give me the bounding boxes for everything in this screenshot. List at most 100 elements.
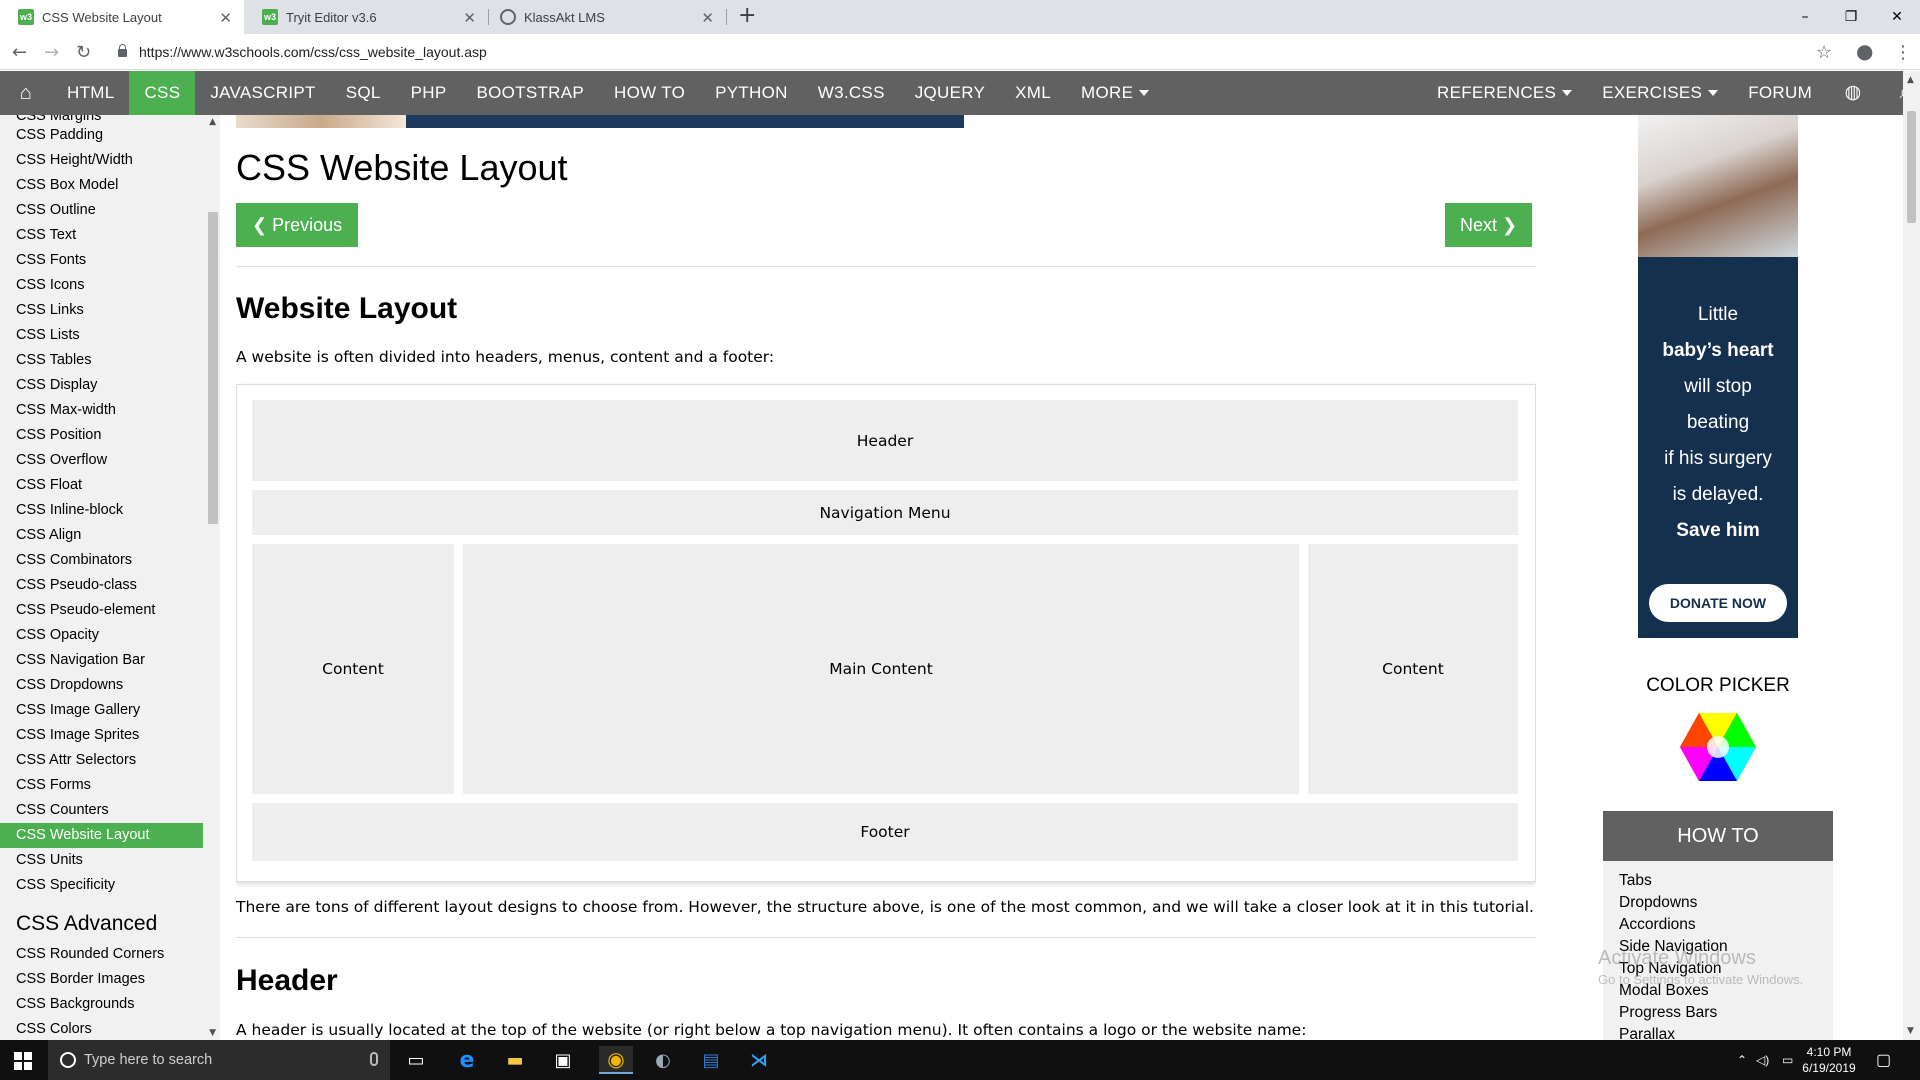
profile-avatar-icon[interactable]: ●	[1856, 39, 1873, 63]
previous-button[interactable]: ❮ Previous	[236, 203, 359, 247]
store-icon[interactable]: ▣	[548, 1046, 578, 1074]
sidebar-item-css-border-images[interactable]: CSS Border Images	[0, 967, 203, 992]
sidebar-item-css-opacity[interactable]: CSS Opacity	[0, 623, 203, 648]
taskbar-clock[interactable]: 4:10 PM 6/19/2019	[1796, 1044, 1862, 1076]
scroll-up-arrow-icon[interactable]: ▲	[1907, 75, 1914, 85]
how-to-link[interactable]: Parallax	[1603, 1024, 1833, 1040]
scroll-down-arrow-icon[interactable]: ▼	[209, 1028, 216, 1038]
chrome-icon[interactable]: ◉	[599, 1046, 633, 1074]
nav-sql[interactable]: SQL	[331, 71, 396, 115]
close-tab-icon[interactable]: ✕	[463, 9, 476, 27]
eclipse-icon[interactable]: ◐	[648, 1046, 678, 1074]
sidebar-item-css-icons[interactable]: CSS Icons	[0, 273, 203, 298]
minimize-button[interactable]: –	[1782, 0, 1828, 34]
sidebar-item-css-pseudo-element[interactable]: CSS Pseudo-element	[0, 598, 203, 623]
scroll-down-arrow-icon[interactable]: ▼	[1907, 1026, 1914, 1036]
sidebar-item-css-backgrounds[interactable]: CSS Backgrounds	[0, 992, 203, 1017]
sidebar-item-css-height-width[interactable]: CSS Height/Width	[0, 148, 203, 173]
nav-references[interactable]: REFERENCES	[1422, 71, 1587, 115]
microphone-icon[interactable]	[370, 1052, 378, 1066]
nav-php[interactable]: PHP	[396, 71, 462, 115]
sidebar-scrollbar[interactable]: ▲ ▼	[206, 115, 220, 1040]
document-icon[interactable]: ▤	[696, 1046, 726, 1074]
nav-w3css[interactable]: W3.CSS	[803, 71, 900, 115]
forward-arrow-icon[interactable]: →	[44, 42, 59, 63]
taskbar-search-box[interactable]: Type here to search	[48, 1040, 390, 1080]
sidebar-item-css-float[interactable]: CSS Float	[0, 473, 203, 498]
sidebar-item-css-padding[interactable]: CSS Padding	[0, 123, 203, 148]
nav-python[interactable]: PYTHON	[700, 71, 803, 115]
task-view-icon[interactable]: ▭	[401, 1046, 431, 1074]
sidebar-item-css-fonts[interactable]: CSS Fonts	[0, 248, 203, 273]
sidebar-item-css-attr-selectors[interactable]: CSS Attr Selectors	[0, 748, 203, 773]
how-to-link[interactable]: Progress Bars	[1603, 1002, 1833, 1024]
close-tab-icon[interactable]: ✕	[219, 9, 232, 27]
nav-bootstrap[interactable]: BOOTSTRAP	[461, 71, 599, 115]
sidebar-item-css-position[interactable]: CSS Position	[0, 423, 203, 448]
back-arrow-icon[interactable]: ←	[12, 42, 27, 63]
sidebar-item-css-lists[interactable]: CSS Lists	[0, 323, 203, 348]
sidebar-item-partial[interactable]: CSS Margins	[0, 115, 203, 123]
banner-ad-strip[interactable]	[236, 115, 964, 128]
tray-chevron-up-icon[interactable]: ⌃	[1737, 1040, 1747, 1080]
network-icon[interactable]: ▭	[1782, 1040, 1793, 1080]
browser-menu-icon[interactable]: ⋮	[1894, 42, 1912, 63]
nav-xml[interactable]: XML	[1000, 71, 1066, 115]
edge-browser-icon[interactable]: e	[452, 1046, 482, 1074]
bookmark-star-icon[interactable]: ☆	[1816, 42, 1832, 63]
sidebar-item-css-image-sprites[interactable]: CSS Image Sprites	[0, 723, 203, 748]
sidebar-item-css-display[interactable]: CSS Display	[0, 373, 203, 398]
sidebar-item-css-specificity[interactable]: CSS Specificity	[0, 873, 203, 898]
nav-exercises[interactable]: EXERCISES	[1587, 71, 1733, 115]
nav-forum[interactable]: FORUM	[1733, 71, 1827, 115]
reload-icon[interactable]: ↻	[76, 42, 91, 63]
windows-start-icon[interactable]	[14, 1052, 32, 1070]
sidebar-item-css-tables[interactable]: CSS Tables	[0, 348, 203, 373]
nav-javascript[interactable]: JAVASCRIPT	[195, 71, 330, 115]
close-tab-icon[interactable]: ✕	[701, 9, 714, 27]
sidebar-item-css-align[interactable]: CSS Align	[0, 523, 203, 548]
sidebar-item-css-outline[interactable]: CSS Outline	[0, 198, 203, 223]
color-picker-wheel-icon[interactable]	[1680, 713, 1756, 781]
new-tab-button[interactable]: +	[738, 3, 756, 28]
sidebar-item-css-combinators[interactable]: CSS Combinators	[0, 548, 203, 573]
nav-more[interactable]: MORE	[1066, 71, 1164, 115]
sidebar-item-css-max-width[interactable]: CSS Max-width	[0, 398, 203, 423]
scroll-up-arrow-icon[interactable]: ▲	[209, 117, 216, 127]
tab-tryit-editor[interactable]: w3 Tryit Editor v3.6 ✕	[244, 0, 488, 34]
how-to-link[interactable]: Accordions	[1603, 914, 1833, 936]
how-to-link[interactable]: Tabs	[1603, 870, 1833, 892]
tab-css-website-layout[interactable]: w3 CSS Website Layout ✕	[0, 0, 244, 34]
sidebar-item-css-website-layout[interactable]: CSS Website Layout	[0, 823, 203, 848]
sidebar-item-css-navigation-bar[interactable]: CSS Navigation Bar	[0, 648, 203, 673]
next-button[interactable]: Next ❯	[1445, 203, 1533, 247]
sidebar-item-css-overflow[interactable]: CSS Overflow	[0, 448, 203, 473]
sidebar-item-css-inline-block[interactable]: CSS Inline-block	[0, 498, 203, 523]
how-to-link[interactable]: Dropdowns	[1603, 892, 1833, 914]
sidebar-item-css-units[interactable]: CSS Units	[0, 848, 203, 873]
sidebar-item-css-box-model[interactable]: CSS Box Model	[0, 173, 203, 198]
page-scrollbar[interactable]: ▲ ▼	[1903, 71, 1920, 1040]
sidebar-item-css-forms[interactable]: CSS Forms	[0, 773, 203, 798]
donate-now-button[interactable]: DONATE NOW	[1649, 584, 1787, 622]
donation-ad[interactable]: Little baby’s heart will stop beating if…	[1638, 115, 1798, 638]
sidebar-item-css-pseudo-class[interactable]: CSS Pseudo-class	[0, 573, 203, 598]
volume-icon[interactable]: ◁)	[1756, 1040, 1769, 1080]
page-scroll-thumb[interactable]	[1907, 111, 1916, 223]
nav-css[interactable]: CSS	[129, 71, 196, 115]
url-input[interactable]: https://www.w3schools.com/css/css_websit…	[108, 38, 1828, 66]
globe-icon[interactable]: ◍	[1827, 71, 1879, 115]
vscode-icon[interactable]: ⋊	[744, 1046, 774, 1074]
notifications-icon[interactable]: ▢	[1876, 1040, 1891, 1080]
sidebar-scroll-thumb[interactable]	[208, 212, 218, 524]
home-icon[interactable]: ⌂	[0, 71, 52, 115]
file-explorer-icon[interactable]: ▬	[500, 1046, 530, 1074]
sidebar-item-css-rounded-corners[interactable]: CSS Rounded Corners	[0, 942, 203, 967]
sidebar-item-css-image-gallery[interactable]: CSS Image Gallery	[0, 698, 203, 723]
sidebar-item-css-dropdowns[interactable]: CSS Dropdowns	[0, 673, 203, 698]
nav-jquery[interactable]: JQUERY	[900, 71, 1000, 115]
close-window-button[interactable]: ✕	[1874, 0, 1920, 34]
nav-html[interactable]: HTML	[52, 71, 129, 115]
maximize-button[interactable]: ❐	[1828, 0, 1874, 34]
sidebar-item-css-colors[interactable]: CSS Colors	[0, 1017, 203, 1040]
